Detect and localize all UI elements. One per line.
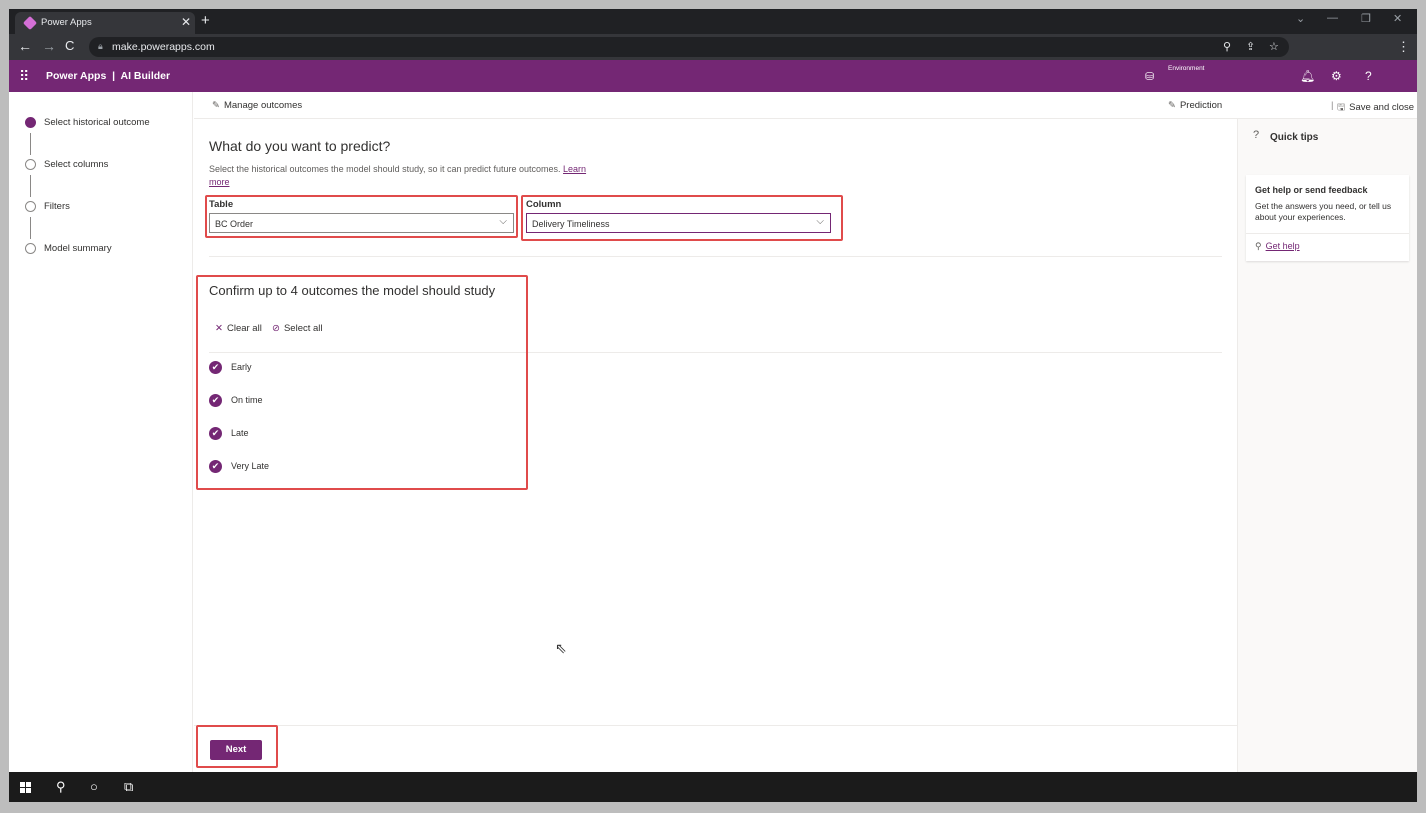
reload-icon[interactable]: C bbox=[65, 38, 74, 53]
app-header: ⠿ Power Apps | AI Builder ⛁ Environment … bbox=[9, 60, 1417, 92]
step-dot-active-icon bbox=[25, 117, 36, 128]
step-connector bbox=[30, 217, 31, 239]
step-dot-icon bbox=[25, 201, 36, 212]
highlight-column bbox=[521, 195, 843, 241]
step-label: Filters bbox=[44, 201, 70, 212]
step-dot-icon bbox=[25, 159, 36, 170]
tab-search-icon[interactable]: ⌄ bbox=[1296, 12, 1305, 25]
prediction-label: Prediction bbox=[1179, 100, 1223, 111]
divider: | bbox=[1331, 100, 1334, 111]
browser-tab[interactable]: Power Apps ✕ bbox=[15, 12, 195, 34]
get-help-link[interactable]: ⚲ Get help bbox=[1255, 241, 1300, 252]
task-view-icon[interactable]: ⧉ bbox=[124, 779, 133, 795]
prediction-button[interactable]: ✎ Prediction bbox=[1168, 100, 1222, 111]
get-help-label: Get help bbox=[1265, 241, 1300, 251]
minimize-icon[interactable]: — bbox=[1327, 12, 1338, 24]
wizard-steps: Select historical outcome Select columns… bbox=[9, 92, 193, 772]
pencil-icon: ✎ bbox=[1168, 100, 1176, 111]
taskbar-search-icon[interactable]: ⚲ bbox=[56, 779, 66, 795]
step-label: Select columns bbox=[44, 159, 109, 170]
tab-close-icon[interactable]: ✕ bbox=[181, 15, 191, 29]
settings-gear-icon[interactable]: ⚙ bbox=[1331, 69, 1342, 83]
step-label: Select historical outcome bbox=[44, 117, 150, 128]
step-connector bbox=[30, 133, 31, 155]
share-icon[interactable]: ⇪ bbox=[1246, 40, 1255, 53]
quick-tips-panel: ? Quick tips Get help or send feedback G… bbox=[1237, 119, 1417, 772]
new-tab-button[interactable]: + bbox=[201, 12, 210, 29]
page-description: Select the historical outcomes the model… bbox=[209, 163, 609, 189]
windows-taskbar: ⚲ ○ ⧉ bbox=[9, 772, 1417, 802]
command-bar: ✎ Manage outcomes ✎ Prediction | 🖫 Save and… bbox=[194, 92, 1417, 119]
page-title: What do you want to predict? bbox=[209, 138, 391, 154]
help-card: Get help or send feedback Get the answer… bbox=[1246, 175, 1409, 261]
save-and-close-button[interactable]: 🖫 Save and close bbox=[1337, 100, 1414, 116]
highlight-next bbox=[196, 725, 278, 768]
notifications-bell-icon[interactable]: 🔔︎ bbox=[1300, 69, 1315, 83]
forward-icon[interactable]: → bbox=[42, 38, 56, 54]
environment-label[interactable]: Environment bbox=[1168, 65, 1205, 72]
environment-icon[interactable]: ⛁ bbox=[1145, 70, 1154, 83]
browser-menu-icon[interactable]: ⋮ bbox=[1397, 39, 1410, 55]
quick-tips-title: Quick tips bbox=[1270, 132, 1319, 143]
save-and-close-label: Save and close bbox=[1349, 102, 1415, 113]
question-icon: ? bbox=[1253, 129, 1260, 141]
step-dot-icon bbox=[25, 243, 36, 254]
person-feedback-icon: ⚲ bbox=[1255, 241, 1262, 251]
pencil-icon: ✎ bbox=[212, 100, 220, 111]
app-launcher-icon[interactable]: ⠿ bbox=[19, 68, 29, 85]
help-card-description: Get the answers you need, or tell us abo… bbox=[1255, 201, 1392, 222]
help-card-title: Get help or send feedback bbox=[1255, 185, 1368, 195]
power-apps-favicon-icon bbox=[22, 15, 38, 31]
card-divider bbox=[1246, 233, 1409, 234]
browser-window: Power Apps ✕ + ⌄ — ❐ ✕ ← → C 🔒︎ make.pow… bbox=[9, 9, 1417, 802]
tab-title: Power Apps bbox=[41, 17, 92, 28]
manage-outcomes-label: Manage outcomes bbox=[223, 100, 303, 111]
restore-icon[interactable]: ❐ bbox=[1361, 12, 1371, 25]
save-icon: 🖫 bbox=[1337, 102, 1346, 113]
cortana-icon[interactable]: ○ bbox=[90, 779, 98, 794]
help-icon[interactable]: ? bbox=[1365, 69, 1372, 83]
manage-outcomes-button[interactable]: ✎ Manage outcomes bbox=[212, 100, 302, 111]
step-label: Model summary bbox=[44, 243, 112, 254]
windows-start-icon[interactable] bbox=[20, 782, 31, 793]
section-divider bbox=[209, 256, 1222, 257]
address-bar: ← → C 🔒︎ make.powerapps.com ⚲ ⇪ ☆ ⋮ bbox=[9, 34, 1417, 60]
lock-icon: 🔒︎ bbox=[98, 41, 103, 51]
description-text: Select the historical outcomes the model… bbox=[209, 164, 561, 174]
highlight-outcomes bbox=[196, 275, 528, 490]
wizard-footer: Next bbox=[194, 725, 1237, 772]
step-connector bbox=[30, 175, 31, 197]
mouse-cursor-icon: ⇖ bbox=[555, 640, 567, 656]
url-input[interactable]: 🔒︎ make.powerapps.com ⚲ ⇪ ☆ bbox=[89, 37, 1289, 57]
url-text: make.powerapps.com bbox=[112, 41, 215, 53]
bookmark-star-icon[interactable]: ☆ bbox=[1269, 40, 1279, 53]
back-icon[interactable]: ← bbox=[18, 38, 32, 54]
zoom-search-icon[interactable]: ⚲ bbox=[1223, 40, 1231, 53]
browser-tabstrip: Power Apps ✕ + ⌄ — ❐ ✕ bbox=[9, 9, 1417, 34]
app-title: Power Apps | AI Builder bbox=[46, 70, 171, 82]
close-window-icon[interactable]: ✕ bbox=[1393, 12, 1402, 25]
highlight-table bbox=[205, 195, 518, 238]
